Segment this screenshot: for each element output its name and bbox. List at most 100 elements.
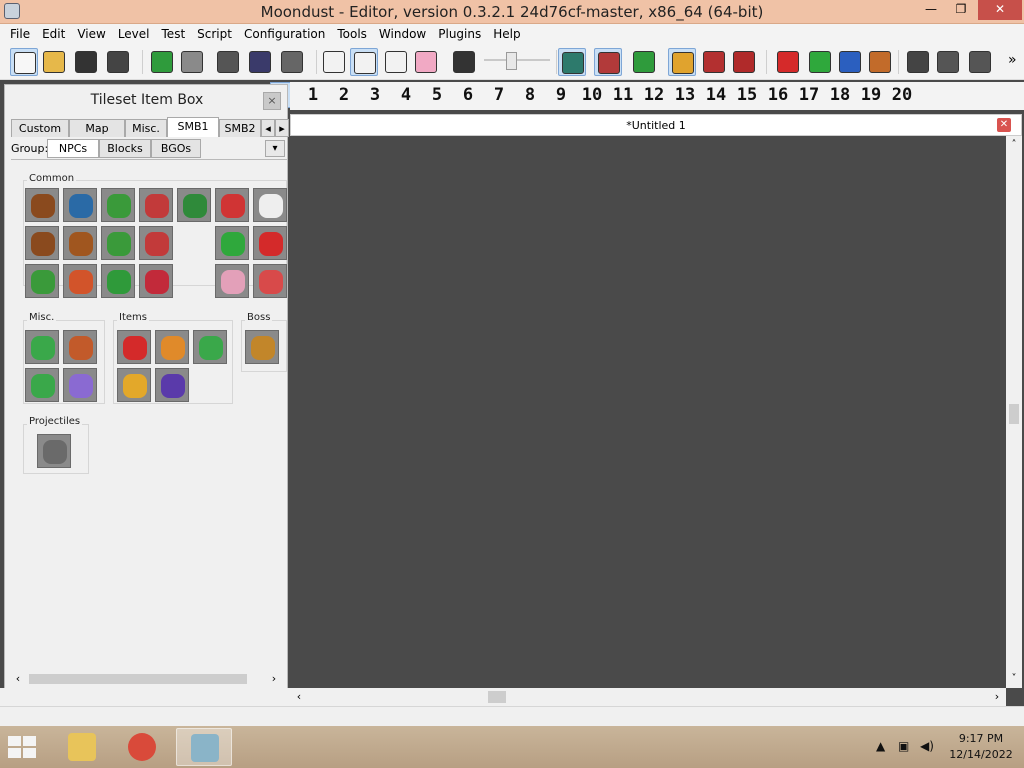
green-koopa-tile[interactable] bbox=[101, 188, 135, 222]
toolbar-overflow-button[interactable]: » bbox=[1008, 52, 1017, 68]
canvas-vscrollbar[interactable]: ˄ ˅ bbox=[1006, 136, 1022, 688]
hand-button[interactable] bbox=[320, 48, 348, 76]
menu-window[interactable]: Window bbox=[373, 25, 432, 43]
green-shell-tile[interactable] bbox=[101, 264, 135, 298]
group-tab-blocks[interactable]: Blocks bbox=[99, 139, 151, 158]
group-dropdown-button[interactable]: ▾ bbox=[265, 140, 285, 157]
book-button[interactable] bbox=[730, 48, 758, 76]
level-canvas[interactable] bbox=[290, 136, 1006, 688]
scroll-up-arrow[interactable]: ˄ bbox=[1006, 138, 1022, 152]
menu-test[interactable]: Test bbox=[156, 25, 192, 43]
red-dino-tile[interactable] bbox=[215, 188, 249, 222]
red-gem-tile[interactable] bbox=[253, 226, 287, 260]
volume-icon[interactable]: ◀) bbox=[920, 739, 934, 753]
layer-button-15[interactable]: 15 bbox=[732, 85, 762, 105]
layer-button-1[interactable]: 1 bbox=[298, 85, 328, 105]
vine-2-tile[interactable] bbox=[25, 368, 59, 402]
layer-button-11[interactable]: 11 bbox=[608, 85, 638, 105]
layer-button-19[interactable]: 19 bbox=[856, 85, 886, 105]
goomba-2-tile[interactable] bbox=[25, 226, 59, 260]
tab-misc[interactable]: Misc. bbox=[125, 119, 167, 137]
tab-scroll-right[interactable]: ▸ bbox=[275, 119, 289, 137]
chrome-taskbar-button[interactable] bbox=[114, 728, 170, 766]
new-file-button[interactable] bbox=[10, 48, 38, 76]
tab-smb1[interactable]: SMB1 bbox=[167, 117, 219, 137]
lock-alt-button[interactable] bbox=[966, 48, 994, 76]
hscroll-left-arrow[interactable]: ‹ bbox=[292, 690, 306, 704]
maximize-button[interactable]: ❐ bbox=[948, 0, 974, 20]
red-shell-tile[interactable] bbox=[139, 264, 173, 298]
lock-button[interactable] bbox=[934, 48, 962, 76]
menu-tools[interactable]: Tools bbox=[331, 25, 373, 43]
start-button[interactable] bbox=[8, 736, 38, 758]
scroll-left-arrow[interactable]: ‹ bbox=[11, 671, 25, 687]
layer-button-8[interactable]: 8 bbox=[515, 85, 545, 105]
red-koopa-tile[interactable] bbox=[139, 188, 173, 222]
bowser-tile[interactable] bbox=[245, 330, 279, 364]
paste-button[interactable] bbox=[278, 48, 306, 76]
red-paratroopa-tile[interactable] bbox=[139, 226, 173, 260]
layers-button[interactable] bbox=[668, 48, 696, 76]
select-button[interactable] bbox=[350, 48, 378, 76]
menu-view[interactable]: View bbox=[71, 25, 111, 43]
goomba-3-tile[interactable] bbox=[63, 226, 97, 260]
tab-custom[interactable]: Custom bbox=[11, 119, 69, 137]
boo-tile[interactable] bbox=[253, 188, 287, 222]
sync-button[interactable] bbox=[630, 48, 658, 76]
piranha-plant-tile[interactable] bbox=[177, 188, 211, 222]
canvas-hscrollbar[interactable]: ‹ › bbox=[290, 688, 1006, 706]
menu-level[interactable]: Level bbox=[112, 25, 156, 43]
fireball-tile[interactable] bbox=[63, 264, 97, 298]
hammer-tile[interactable] bbox=[37, 434, 71, 468]
resize-button[interactable] bbox=[450, 48, 478, 76]
layer-button-13[interactable]: 13 bbox=[670, 85, 700, 105]
save-as-button[interactable] bbox=[104, 48, 132, 76]
fire-flower-tile[interactable] bbox=[155, 330, 189, 364]
layer-button-16[interactable]: 16 bbox=[763, 85, 793, 105]
menu-help[interactable]: Help bbox=[487, 25, 526, 43]
zoom-slider[interactable] bbox=[484, 52, 550, 70]
squid-tile[interactable] bbox=[215, 264, 249, 298]
open-folder-button[interactable] bbox=[40, 48, 68, 76]
menu-edit[interactable]: Edit bbox=[36, 25, 71, 43]
tray-expand-icon[interactable]: ▲ bbox=[876, 739, 885, 753]
ground-button[interactable] bbox=[866, 48, 894, 76]
flag-2-button[interactable] bbox=[806, 48, 834, 76]
copy-button[interactable] bbox=[214, 48, 242, 76]
layer-button-9[interactable]: 9 bbox=[546, 85, 576, 105]
redo-button[interactable] bbox=[178, 48, 206, 76]
purple-door-tile[interactable] bbox=[63, 368, 97, 402]
close-button[interactable]: ✕ bbox=[978, 0, 1022, 20]
layer-button-5[interactable]: 5 bbox=[422, 85, 452, 105]
menu-configuration[interactable]: Configuration bbox=[238, 25, 331, 43]
tileset-hscrollbar[interactable]: ‹ › bbox=[11, 671, 283, 687]
system-clock[interactable]: 9:17 PM 12/14/2022 bbox=[946, 731, 1016, 763]
menu-plugins[interactable]: Plugins bbox=[432, 25, 487, 43]
vine-tile[interactable] bbox=[25, 330, 59, 364]
slider-thumb[interactable] bbox=[506, 52, 517, 70]
network-icon[interactable]: ▣ bbox=[898, 739, 909, 753]
menu-file[interactable]: File bbox=[4, 25, 36, 43]
coin-tile[interactable] bbox=[117, 368, 151, 402]
panel-close-button[interactable]: × bbox=[263, 92, 281, 110]
goomba-tile[interactable] bbox=[25, 188, 59, 222]
tab-smb2[interactable]: SMB2 bbox=[219, 119, 261, 137]
blue-goomba-tile[interactable] bbox=[63, 188, 97, 222]
layer-button-12[interactable]: 12 bbox=[639, 85, 669, 105]
super-mushroom-tile[interactable] bbox=[117, 330, 151, 364]
menu-script[interactable]: Script bbox=[191, 25, 238, 43]
rope-tile[interactable] bbox=[63, 330, 97, 364]
green-dino-tile[interactable] bbox=[215, 226, 249, 260]
scroll-thumb[interactable] bbox=[29, 674, 247, 684]
save-button[interactable] bbox=[72, 48, 100, 76]
layer-button-6[interactable]: 6 bbox=[453, 85, 483, 105]
spiny-tile[interactable] bbox=[253, 264, 287, 298]
tab-map[interactable]: Map bbox=[69, 119, 125, 137]
layer-button-4[interactable]: 4 bbox=[391, 85, 421, 105]
hscroll-thumb[interactable] bbox=[488, 691, 506, 703]
layer-button-17[interactable]: 17 bbox=[794, 85, 824, 105]
flag-1-button[interactable] bbox=[774, 48, 802, 76]
layer-button-2[interactable]: 2 bbox=[329, 85, 359, 105]
tab-scroll-left[interactable]: ◂ bbox=[261, 119, 275, 137]
blue-flag-button[interactable] bbox=[836, 48, 864, 76]
